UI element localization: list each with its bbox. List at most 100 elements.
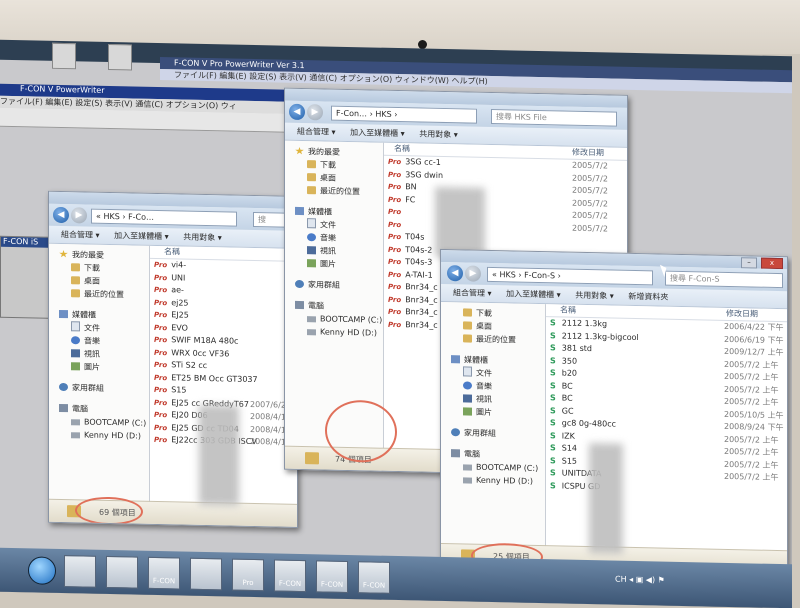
search-input[interactable]: 搜尋 HKS File xyxy=(491,108,617,127)
nav-item[interactable]: 媒體櫃 xyxy=(285,205,383,220)
taskbar-app-icon[interactable] xyxy=(106,555,138,589)
nav-item[interactable]: 電腦 xyxy=(49,402,149,417)
file-name: 3SG cc-1 xyxy=(405,157,441,167)
fcon-pro-file-icon: Pro xyxy=(388,157,402,167)
taskbar-fcon-icon[interactable]: F-CON xyxy=(358,561,390,594)
fcon-pro-file-icon: Pro xyxy=(154,435,168,445)
file-name: 2112 1.3kg-bigcool xyxy=(561,330,639,342)
fcon-s-file-icon: S xyxy=(550,380,556,390)
file-name: EVO xyxy=(171,322,188,333)
nav-item-label: 電腦 xyxy=(72,404,88,414)
file-name: vi4- xyxy=(171,260,187,270)
taskbar-fcon-icon[interactable]: F-CON xyxy=(316,560,348,593)
share-with-button[interactable]: 共用對象 ▾ xyxy=(183,233,222,243)
close-button[interactable]: x xyxy=(761,257,783,270)
file-name: BN xyxy=(405,182,417,192)
back-arrow-icon[interactable]: ◀ xyxy=(447,265,463,282)
path-box[interactable]: F-Con… › HKS › xyxy=(331,105,477,124)
nav-item-label: Kenny HD (D:) xyxy=(320,327,378,338)
forward-arrow-icon[interactable]: ▶ xyxy=(465,265,481,282)
fcon-s-file-icon: S xyxy=(550,480,556,490)
file-name-cell: S BC xyxy=(550,392,573,405)
organize-button[interactable]: 組合管理 ▾ xyxy=(297,127,336,137)
new-folder-button[interactable]: 新增資料夾 xyxy=(628,292,668,302)
folder-icon xyxy=(463,334,472,343)
organize-button[interactable]: 組合管理 ▾ xyxy=(61,230,100,240)
nav-item[interactable]: 家用群組 xyxy=(285,278,383,293)
file-date: 2005/7/2 xyxy=(572,198,608,208)
drive-icon xyxy=(71,419,80,426)
taskbar-app-icon[interactable] xyxy=(190,557,222,591)
picture-icon xyxy=(307,259,316,268)
taskbar-fcon-pro-icon[interactable]: F-CON Pro xyxy=(148,556,180,590)
search-input[interactable]: 搜尋 F-Con-S xyxy=(665,270,783,289)
document-icon xyxy=(71,321,80,332)
file-name-cell: Pro BN xyxy=(388,181,417,194)
add-to-library-button[interactable]: 加入至媒體櫃 ▾ xyxy=(350,128,405,138)
minimize-button[interactable]: – xyxy=(741,257,757,269)
file-name-cell: Pro EVO xyxy=(154,321,188,334)
drive-icon xyxy=(71,432,80,439)
share-with-button[interactable]: 共用對象 ▾ xyxy=(419,129,458,139)
path-box[interactable]: « HKS › F-Co… xyxy=(91,208,237,227)
add-to-library-button[interactable]: 加入至媒體櫃 ▾ xyxy=(506,289,561,299)
file-date: 2006/6/19 下午 xyxy=(724,334,784,345)
back-arrow-icon[interactable]: ◀ xyxy=(53,206,69,224)
share-with-button[interactable]: 共用對象 ▾ xyxy=(575,291,614,301)
explorer-window-right[interactable]: – x ◀ ▶ « HKS › F-Con-S › 搜尋 F-Con-S 組合管… xyxy=(440,248,788,575)
file-name-cell: S GC xyxy=(550,405,574,418)
nav-item-label: BOOTCAMP (C:) xyxy=(320,314,383,325)
forward-arrow-icon[interactable]: ▶ xyxy=(71,207,87,224)
desktop-shortcut-icon[interactable] xyxy=(52,42,76,70)
organize-button[interactable]: 組合管理 ▾ xyxy=(453,288,492,298)
explorer-window-left[interactable]: ◀ ▶ « HKS › F-Co… 搜 組合管理 ▾ 加入至媒體櫃 ▾ 共用對象… xyxy=(48,190,298,528)
nav-item[interactable]: 電腦 xyxy=(441,447,545,462)
nav-item[interactable]: 我的最愛 xyxy=(285,145,383,160)
nav-item-label: 我的最愛 xyxy=(72,250,104,260)
nav-item[interactable]: 我的最愛 xyxy=(49,248,149,263)
folder-icon xyxy=(463,321,472,330)
nav-item-label: 最近的位置 xyxy=(84,289,124,300)
nav-item[interactable]: 家用群組 xyxy=(49,381,149,396)
nav-item-label: 家用群組 xyxy=(308,280,340,290)
taskbar-app-icon[interactable] xyxy=(64,555,96,588)
system-tray[interactable]: CH ◂ ▣ ◀) ⚑ xyxy=(615,575,735,590)
add-to-library-button[interactable]: 加入至媒體櫃 ▾ xyxy=(114,231,169,241)
drive-icon xyxy=(463,464,472,471)
file-name-cell: Pro vi4- xyxy=(154,259,186,272)
desktop-shortcut-icon[interactable] xyxy=(108,43,132,71)
path-box[interactable]: « HKS › F-Con-S › xyxy=(487,266,653,286)
forward-arrow-icon[interactable]: ▶ xyxy=(307,104,323,121)
taskbar-pro-icon[interactable]: Pro xyxy=(232,558,264,592)
navigation-pane: 我的最愛 下載 桌面 最近的位置 媒體櫃 文件 音樂 視訊 圖片 家用群組 電腦 BOOTCAMP (… xyxy=(49,243,150,502)
fcon-pro-file-icon: Pro xyxy=(154,410,168,420)
nav-item-label: 下載 xyxy=(84,263,100,273)
nav-item[interactable]: Kenny HD (D:) xyxy=(49,428,149,443)
file-date: 2005/7/2 上午 xyxy=(724,396,779,408)
start-orb-icon[interactable] xyxy=(28,556,56,585)
nav-item-label: 圖片 xyxy=(320,259,336,269)
fcon-s-file-icon: S xyxy=(550,393,556,403)
star-icon xyxy=(59,250,68,258)
nav-item[interactable]: Kenny HD (D:) xyxy=(285,325,383,340)
blurred-region xyxy=(435,186,485,258)
nav-item[interactable]: 媒體櫃 xyxy=(441,353,545,368)
file-name-cell: Pro T04s-2 xyxy=(388,243,432,256)
nav-item[interactable]: 家用群組 xyxy=(441,426,545,441)
fcon-pro-file-icon: Pro xyxy=(388,295,402,304)
nav-item-label: 媒體櫃 xyxy=(72,310,96,320)
fcon-pro-file-icon: Pro xyxy=(154,273,168,282)
fcon-pro-file-icon: Pro xyxy=(154,323,168,332)
nav-item-label: 下載 xyxy=(320,160,336,170)
file-name: ej25 xyxy=(171,297,189,308)
nav-item-label: 桌面 xyxy=(84,276,100,286)
taskbar-fcon-icon[interactable]: F-CON xyxy=(274,559,306,593)
nav-item[interactable]: Kenny HD (D:) xyxy=(441,473,545,488)
nav-item[interactable]: 媒體櫃 xyxy=(49,308,149,323)
nav-item[interactable]: 電腦 xyxy=(285,299,383,314)
back-arrow-icon[interactable]: ◀ xyxy=(289,103,305,121)
computer-icon xyxy=(451,449,460,458)
fcon-s-file-icon: S xyxy=(550,355,556,365)
file-name: S15 xyxy=(171,385,187,395)
picture-icon xyxy=(463,407,472,416)
